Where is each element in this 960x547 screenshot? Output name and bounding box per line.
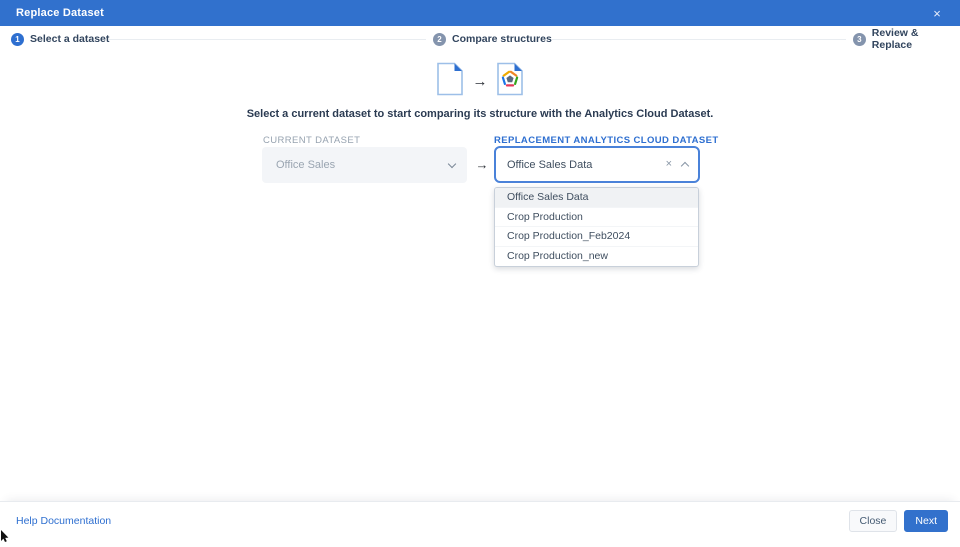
- current-dataset-select[interactable]: Office Sales: [262, 147, 467, 183]
- step-number-badge: 1: [11, 33, 24, 46]
- footer-buttons: Close Next: [849, 510, 948, 532]
- step-label: Select a dataset: [30, 33, 109, 45]
- instruction-text: Select a current dataset to start compar…: [0, 108, 960, 120]
- replacement-dataset-dropdown: Office Sales Data Crop Production Crop P…: [494, 187, 699, 267]
- next-button[interactable]: Next: [904, 510, 948, 532]
- dataset-transition-graphic: →: [437, 62, 524, 101]
- replacement-dataset-combobox[interactable]: Office Sales Data ×: [494, 146, 700, 183]
- current-dataset-label: CURRENT DATASET: [263, 135, 360, 146]
- replacement-dataset-label: REPLACEMENT ANALYTICS CLOUD DATASET: [494, 135, 719, 146]
- arrow-right-icon: →: [470, 157, 494, 172]
- dataset-document-icon: [497, 62, 524, 101]
- step-review-replace[interactable]: 3 Review & Replace: [853, 26, 960, 52]
- chevron-up-icon[interactable]: [681, 162, 689, 170]
- dialog-title: Replace Dataset: [16, 7, 104, 19]
- dropdown-option[interactable]: Crop Production_Feb2024: [495, 227, 698, 247]
- step-connector: [100, 39, 426, 40]
- step-number-badge: 2: [433, 33, 446, 46]
- step-select-dataset[interactable]: 1 Select a dataset: [11, 26, 109, 52]
- step-connector: [528, 39, 846, 40]
- dialog-footer: Help Documentation Close Next: [0, 501, 960, 540]
- current-dataset-value: Office Sales: [276, 159, 449, 171]
- blank-document-icon: [437, 62, 464, 101]
- close-button[interactable]: Close: [849, 510, 898, 532]
- step-label: Compare structures: [452, 33, 552, 45]
- help-documentation-link[interactable]: Help Documentation: [16, 515, 111, 527]
- dropdown-option[interactable]: Crop Production: [495, 208, 698, 228]
- step-compare-structures[interactable]: 2 Compare structures: [433, 26, 552, 52]
- arrow-right-icon: →: [473, 74, 488, 89]
- clear-icon[interactable]: ×: [666, 159, 672, 170]
- replace-dataset-dialog: Replace Dataset × 1 Select a dataset 2 C…: [0, 0, 960, 540]
- chevron-down-icon: [448, 159, 456, 167]
- step-number-badge: 3: [853, 33, 866, 46]
- mouse-cursor-icon: [0, 529, 10, 547]
- close-icon[interactable]: ×: [924, 0, 950, 26]
- dropdown-option[interactable]: Office Sales Data: [495, 188, 698, 208]
- dialog-header: Replace Dataset ×: [0, 0, 960, 26]
- dropdown-option[interactable]: Crop Production_new: [495, 247, 698, 267]
- replacement-dataset-value: Office Sales Data: [507, 159, 666, 171]
- wizard-step-bar: 1 Select a dataset 2 Compare structures …: [0, 26, 960, 52]
- step-label: Review & Replace: [872, 27, 960, 51]
